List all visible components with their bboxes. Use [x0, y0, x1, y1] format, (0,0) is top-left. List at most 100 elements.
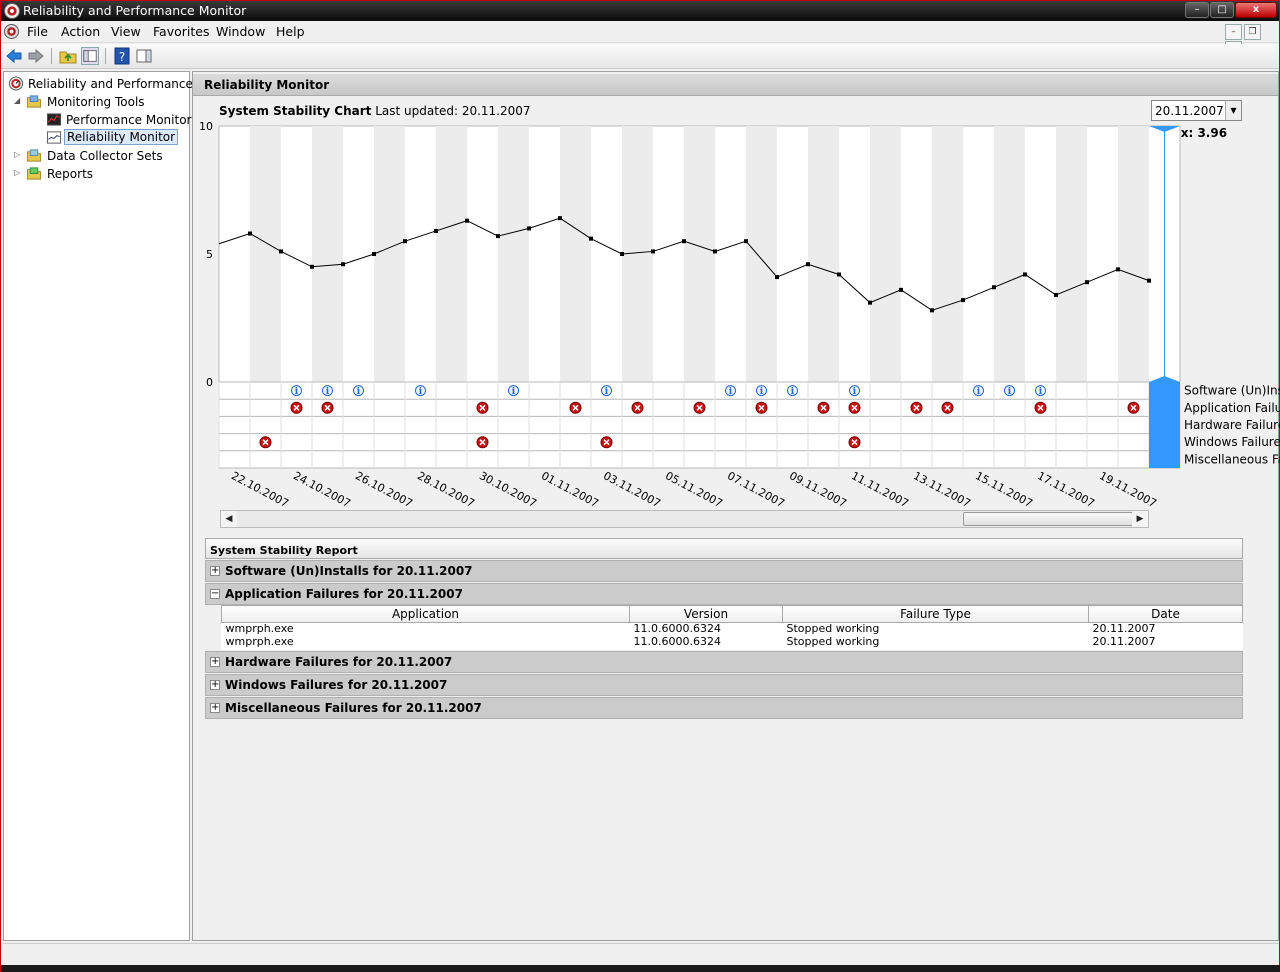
expand-plus-icon[interactable]: + — [210, 566, 220, 576]
application-failure-icon[interactable] — [1034, 401, 1047, 414]
expand-plus-icon[interactable]: + — [210, 702, 220, 713]
section-hardware-failures[interactable]: + Hardware Failures for 20.11.2007 — [205, 650, 1243, 673]
minimize-button[interactable]: – — [1185, 2, 1209, 18]
tree-label: Reliability and Performance — [28, 77, 193, 91]
stability-data-point[interactable] — [372, 252, 376, 256]
application-failure-icon[interactable] — [755, 401, 768, 414]
stability-data-point[interactable] — [496, 234, 500, 239]
column-header-application[interactable]: Application — [221, 605, 630, 623]
system-menu-icon[interactable] — [4, 24, 19, 39]
application-failure-icon[interactable] — [693, 401, 706, 414]
menu-action[interactable]: Action — [61, 24, 100, 39]
maximize-button[interactable]: □ — [1210, 2, 1234, 18]
scrollbar-thumb[interactable] — [963, 512, 1133, 526]
stability-data-point[interactable] — [1054, 292, 1058, 297]
action-pane-icon[interactable] — [135, 47, 153, 65]
chart-horizontal-scrollbar[interactable]: ◀ ▶ — [220, 510, 1149, 528]
up-folder-icon[interactable] — [59, 47, 77, 65]
details-pane: Reliability Monitor System Stability Cha… — [192, 71, 1280, 941]
application-failure-icon[interactable] — [848, 401, 861, 414]
menu-file[interactable]: File — [27, 24, 48, 39]
column-header-version[interactable]: Version — [629, 605, 783, 623]
title-bar[interactable]: Reliability and Performance Monitor – □ … — [1, 1, 1279, 21]
application-failure-icon[interactable] — [321, 401, 334, 414]
stability-data-point[interactable] — [620, 252, 624, 256]
selected-day-column-highlight[interactable] — [1149, 376, 1180, 468]
stability-data-point[interactable] — [1085, 280, 1089, 285]
stability-data-point[interactable] — [403, 239, 407, 244]
mdi-minimize-button[interactable]: – — [1225, 24, 1242, 40]
application-failure-icon[interactable] — [910, 401, 923, 414]
scroll-left-arrow-icon[interactable]: ◀ — [221, 511, 237, 527]
application-failure-icon[interactable] — [817, 401, 830, 414]
collapse-minus-icon[interactable]: − — [210, 589, 220, 599]
column-header-date[interactable]: Date — [1088, 605, 1243, 623]
stability-data-point[interactable] — [775, 275, 779, 280]
windows-failure-icon[interactable] — [600, 436, 613, 449]
day-column-band — [684, 126, 715, 382]
back-arrow-icon[interactable] — [5, 47, 23, 65]
application-failure-icon[interactable] — [631, 401, 644, 414]
stability-data-point[interactable] — [1023, 272, 1027, 277]
menu-favorites[interactable]: Favorites — [153, 24, 209, 39]
x-tick-label: 17.11.2007 — [1035, 469, 1097, 510]
section-misc-failures[interactable]: + Miscellaneous Failures for 20.11.2007 — [205, 696, 1243, 719]
stability-data-point[interactable] — [558, 216, 562, 221]
forward-arrow-icon[interactable] — [27, 47, 45, 65]
scroll-right-arrow-icon[interactable]: ▶ — [1132, 511, 1148, 527]
close-button[interactable]: x — [1235, 2, 1277, 18]
application-failure-icon[interactable] — [290, 401, 303, 414]
section-windows-failures[interactable]: + Windows Failures for 20.11.2007 — [205, 673, 1243, 696]
stability-data-point[interactable] — [961, 298, 965, 303]
stability-data-point[interactable] — [806, 262, 810, 267]
stability-data-point[interactable] — [713, 249, 717, 254]
table-row[interactable]: wmprph.exe 11.0.6000.6324 Stopped workin… — [222, 635, 1243, 650]
section-application-failures[interactable]: − Application Failures for 20.11.2007 — [205, 583, 1243, 605]
stability-data-point[interactable] — [651, 249, 655, 254]
x-tick-label: 22.10.2007 — [229, 469, 291, 510]
menu-window[interactable]: Window — [216, 24, 265, 39]
application-failure-icon[interactable] — [569, 401, 582, 414]
stability-data-point[interactable] — [837, 272, 841, 277]
expand-triangle-icon[interactable]: ▷ — [14, 151, 23, 160]
application-failure-icon[interactable] — [1127, 401, 1140, 414]
show-hide-tree-icon[interactable] — [81, 47, 99, 65]
stability-data-point[interactable] — [341, 262, 345, 267]
stability-data-point[interactable] — [868, 300, 872, 305]
stability-data-point[interactable] — [465, 218, 469, 223]
application-failure-icon[interactable] — [941, 401, 954, 414]
date-dropdown[interactable]: 20.11.2007 ▼ — [1151, 100, 1242, 121]
collapse-triangle-icon[interactable]: ◢ — [14, 97, 23, 106]
stability-data-point[interactable] — [527, 226, 531, 231]
menu-view[interactable]: View — [111, 24, 141, 39]
section-software-installs[interactable]: + Software (Un)Installs for 20.11.2007 — [205, 560, 1243, 582]
column-header-failure-type[interactable]: Failure Type — [782, 605, 1089, 623]
stability-data-point[interactable] — [589, 236, 593, 241]
stability-data-point[interactable] — [992, 285, 996, 290]
stability-data-point[interactable] — [930, 308, 934, 313]
stability-data-point[interactable] — [310, 264, 314, 269]
windows-failure-icon[interactable] — [476, 436, 489, 449]
windows-failure-icon[interactable] — [848, 436, 861, 449]
stability-data-point[interactable] — [434, 228, 438, 233]
stability-data-point[interactable] — [1147, 278, 1151, 283]
chart-title: System Stability Chart — [219, 104, 372, 118]
stability-data-point[interactable] — [248, 231, 252, 236]
table-row[interactable]: wmprph.exe 11.0.6000.6324 Stopped workin… — [222, 623, 1243, 636]
expand-plus-icon[interactable]: + — [210, 679, 220, 690]
stability-data-point[interactable] — [744, 239, 748, 244]
windows-failure-icon[interactable] — [259, 436, 272, 449]
application-failure-icon[interactable] — [476, 401, 489, 414]
stability-data-point[interactable] — [899, 287, 903, 292]
stability-data-point[interactable] — [279, 249, 283, 254]
help-icon[interactable]: ? — [113, 47, 131, 65]
chevron-down-icon[interactable]: ▼ — [1225, 101, 1241, 120]
stability-data-point[interactable] — [682, 239, 686, 244]
expand-plus-icon[interactable]: + — [210, 656, 220, 667]
expand-triangle-icon[interactable]: ▷ — [14, 169, 23, 178]
menu-help[interactable]: Help — [276, 24, 305, 39]
svg-text:i: i — [419, 387, 423, 397]
stability-chart[interactable]: 10 5 0 i i i i i i i i i i i i i Software (Un)Installs Ap… — [193, 122, 1280, 512]
mdi-restore-button[interactable]: ❐ — [1244, 24, 1261, 40]
stability-data-point[interactable] — [1116, 267, 1120, 272]
